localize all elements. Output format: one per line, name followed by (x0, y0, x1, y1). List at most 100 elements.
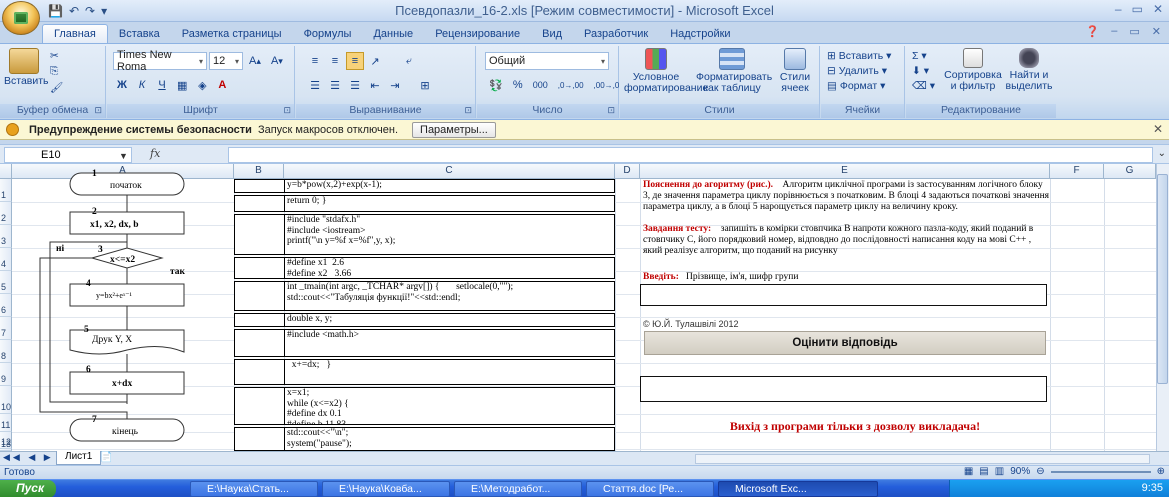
decrease-decimal-icon[interactable]: ,00→,0 (590, 76, 624, 94)
percent-button[interactable]: % (509, 76, 527, 94)
close-icon[interactable]: ✕ (1153, 2, 1163, 16)
tab-addins[interactable]: Надстройки (659, 25, 741, 43)
align-middle-icon[interactable]: ≡ (326, 52, 344, 70)
insert-cells-button[interactable]: ⊞ Вставить ▾ (827, 50, 891, 62)
fill-icon[interactable]: ⬇ ▾ (912, 65, 935, 77)
currency-icon[interactable]: 💱 (485, 76, 507, 94)
expand-formula-icon[interactable]: ⌄ (1158, 148, 1166, 159)
chevron-down-icon[interactable]: ▼ (119, 149, 128, 163)
zoom-slider[interactable] (1050, 470, 1151, 473)
answer-cell[interactable] (234, 195, 284, 212)
column-header-e[interactable]: E (640, 164, 1050, 179)
page-layout-icon[interactable]: ▤ (979, 466, 988, 477)
clear-icon[interactable]: ⌫ ▾ (912, 80, 935, 92)
underline-button[interactable]: Ч (153, 76, 171, 94)
tab-home[interactable]: Главная (42, 24, 108, 43)
wrap-text-icon[interactable]: ⤶ (400, 52, 418, 70)
grow-font-icon[interactable]: A ▴ (245, 52, 265, 70)
align-right-icon[interactable]: ☰ (346, 76, 364, 94)
answer-cell[interactable] (234, 329, 284, 357)
conditional-formatting-button[interactable]: Условное форматирование (624, 48, 708, 94)
taskbar-item-word[interactable]: Стаття.doc [Ре... (586, 481, 714, 497)
scroll-thumb[interactable] (1157, 174, 1168, 384)
tab-developer[interactable]: Разработчик (573, 25, 659, 43)
font-color-icon[interactable]: A (213, 76, 231, 94)
fill-color-icon[interactable]: ◈ (193, 76, 211, 94)
tab-data[interactable]: Данные (362, 25, 424, 43)
answer-cell[interactable] (234, 257, 284, 279)
student-name-input[interactable] (640, 284, 1047, 306)
tab-insert[interactable]: Вставка (108, 25, 171, 43)
tab-view[interactable]: Вид (531, 25, 573, 43)
answer-cell[interactable] (234, 179, 284, 193)
column-header-b[interactable]: B (234, 164, 284, 179)
align-left-icon[interactable]: ☰ (306, 76, 324, 94)
taskbar-item-folder-2[interactable]: E:\Наука\Ковба... (322, 481, 450, 497)
delete-cells-button[interactable]: ⊟ Удалить ▾ (827, 65, 891, 77)
wb-minimize-icon[interactable]: – (1111, 25, 1117, 38)
paste-button[interactable]: Вставить (4, 48, 49, 87)
column-header-f[interactable]: F (1050, 164, 1104, 179)
tab-review[interactable]: Рецензирование (424, 25, 531, 43)
wb-close-icon[interactable]: ✕ (1152, 25, 1161, 38)
align-top-icon[interactable]: ≡ (306, 52, 324, 70)
taskbar-item-folder-3[interactable]: E:\Методработ... (454, 481, 582, 497)
office-button[interactable] (2, 1, 40, 35)
cut-icon[interactable]: ✂ (50, 50, 63, 62)
help-icon[interactable]: ❓ (1086, 25, 1100, 38)
normal-view-icon[interactable]: ▦ (964, 466, 973, 477)
column-header-g[interactable]: G (1104, 164, 1156, 179)
close-icon[interactable]: ✕ (1153, 122, 1163, 136)
security-options-button[interactable]: Параметры... (412, 121, 496, 138)
align-center-icon[interactable]: ☰ (326, 76, 344, 94)
answer-cell[interactable] (234, 313, 284, 327)
bold-button[interactable]: Ж (113, 76, 131, 94)
fx-icon[interactable]: fx (150, 147, 160, 160)
decrease-indent-icon[interactable]: ⇤ (366, 76, 384, 94)
increase-indent-icon[interactable]: ⇥ (386, 76, 404, 94)
evaluate-answer-button[interactable]: Оцінити відповідь (644, 331, 1046, 355)
format-as-table-button[interactable]: Форматировать как таблицу (696, 48, 772, 94)
zoom-level[interactable]: 90% (1010, 466, 1030, 477)
format-painter-icon[interactable]: 🖌 (50, 81, 63, 94)
sort-filter-button[interactable]: Сортировка и фильтр (944, 48, 1002, 92)
answer-cell[interactable] (234, 281, 284, 311)
cell-styles-button[interactable]: Стили ячеек (774, 48, 816, 94)
zoom-in-icon[interactable]: ⊕ (1157, 466, 1165, 477)
merge-cells-icon[interactable]: ⊞ (416, 76, 434, 94)
italic-button[interactable]: К (133, 76, 151, 94)
orientation-icon[interactable]: ↗ (366, 52, 384, 70)
increase-decimal-icon[interactable]: ,0→,00 (554, 76, 588, 94)
worksheet-grid[interactable]: A B C D E F G 12345678910111213 y=b*pow(… (0, 164, 1169, 451)
tab-formulas[interactable]: Формулы (293, 25, 363, 43)
shrink-font-icon[interactable]: A ▾ (267, 52, 287, 70)
start-button[interactable]: Пуск (0, 480, 56, 497)
wb-restore-icon[interactable]: ▭ (1129, 25, 1139, 38)
font-size-combo[interactable]: 12 ▾ (209, 52, 243, 70)
new-sheet-icon[interactable]: 📄 (100, 452, 112, 463)
zoom-out-icon[interactable]: ⊖ (1036, 466, 1044, 477)
column-header-c[interactable]: C (284, 164, 615, 179)
font-name-combo[interactable]: Times New Roma ▾ (113, 49, 207, 73)
page-break-icon[interactable]: ▥ (995, 466, 1004, 477)
borders-icon[interactable]: ▦ (173, 76, 191, 94)
format-cells-button[interactable]: ▤ Формат ▾ (827, 80, 891, 92)
vertical-scrollbar[interactable] (1156, 164, 1169, 451)
answer-cell[interactable] (234, 214, 284, 255)
taskbar-item-folder-1[interactable]: E:\Наука\Стать... (190, 481, 318, 497)
column-header-d[interactable]: D (615, 164, 640, 179)
answer-cell[interactable] (234, 359, 284, 385)
tab-page-layout[interactable]: Разметка страницы (171, 25, 293, 43)
restore-icon[interactable]: ▭ (1132, 2, 1143, 16)
formula-input[interactable] (228, 147, 1153, 163)
minimize-icon[interactable]: – (1115, 2, 1122, 16)
copy-icon[interactable]: ⎘ (50, 65, 63, 78)
answer-cell[interactable] (234, 427, 284, 451)
find-select-button[interactable]: Найти и выделить (1004, 48, 1054, 92)
align-bottom-icon[interactable]: ≡ (346, 52, 364, 70)
autosum-icon[interactable]: Σ ▾ (912, 50, 935, 62)
thousands-button[interactable]: 000 (529, 76, 552, 94)
sheet-tab-active[interactable]: Лист1 (56, 451, 102, 465)
answer-cell[interactable] (234, 387, 284, 425)
taskbar-item-excel[interactable]: Microsoft Exc... (718, 481, 878, 497)
